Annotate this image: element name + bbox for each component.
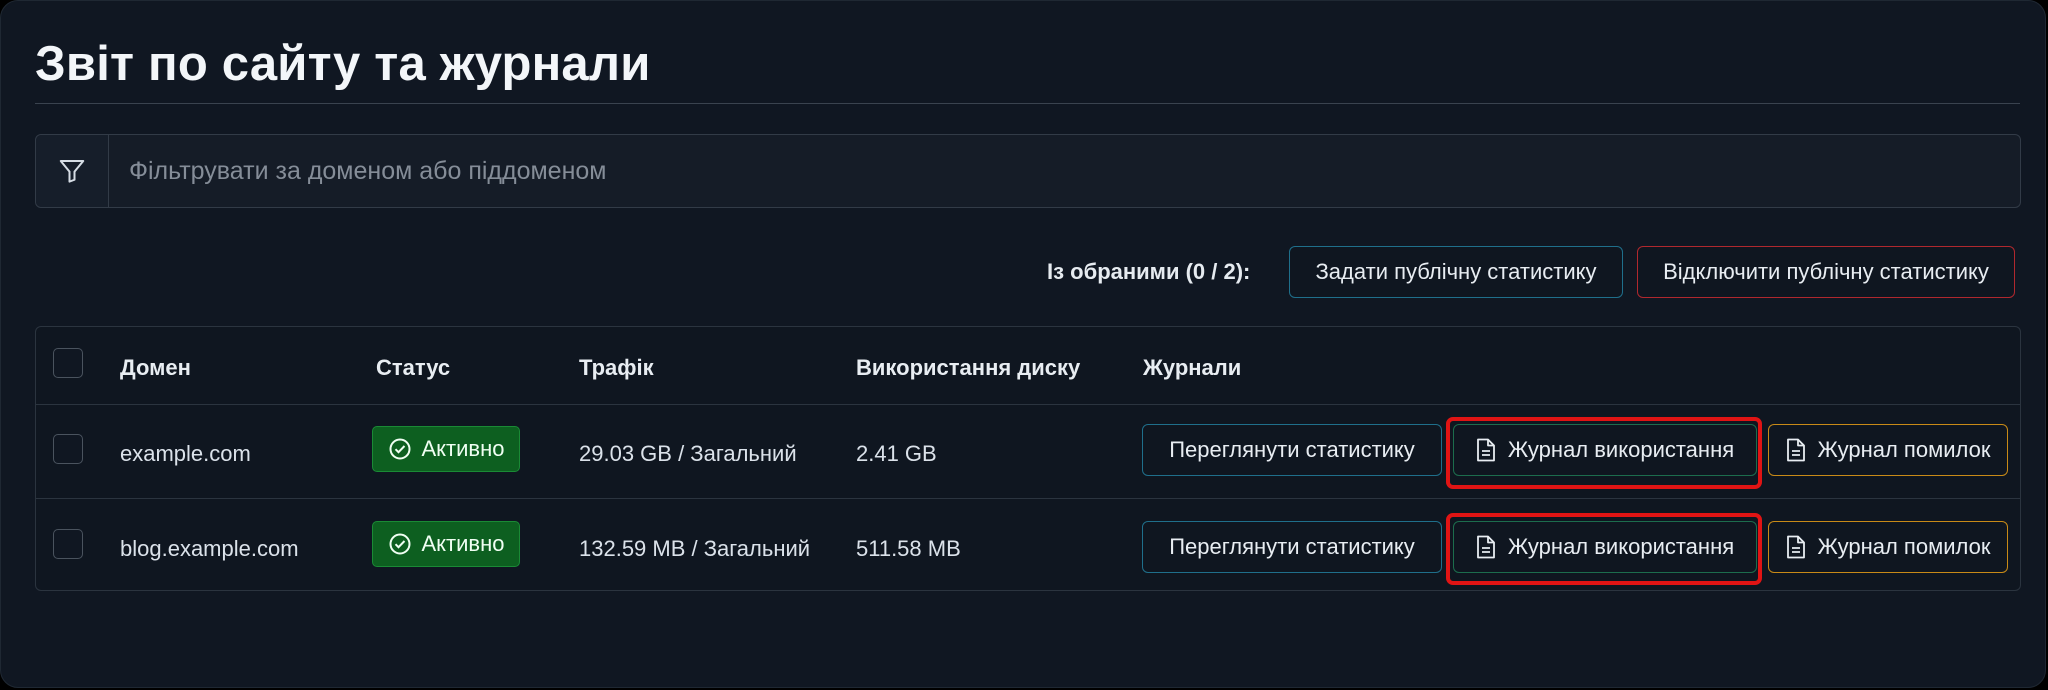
- row-divider: [36, 404, 2020, 405]
- document-icon: [1786, 438, 1806, 462]
- column-header-traffic: Трафік: [579, 355, 654, 380]
- disk-usage-value: 2.41 GB: [856, 441, 937, 466]
- domain-filter: [35, 134, 2021, 208]
- error-log-button[interactable]: Журнал помилок: [1768, 521, 2008, 573]
- filter-icon: [36, 135, 109, 207]
- traffic-value: 29.03 GB / Загальний: [579, 441, 797, 466]
- row-divider: [36, 498, 2020, 499]
- view-stats-button[interactable]: Переглянути статистику: [1142, 424, 1442, 476]
- usage-log-label: Журнал використання: [1507, 534, 1735, 559]
- status-badge-label: Активно: [421, 436, 505, 461]
- site-report-panel: Звіт по сайту та журнали Із обраними (0 …: [0, 0, 2046, 688]
- row-select-checkbox[interactable]: [53, 529, 83, 559]
- set-public-stats-button[interactable]: Задати публічну статистику: [1289, 246, 1623, 298]
- domain-name: blog.example.com: [120, 536, 299, 561]
- usage-log-label: Журнал використання: [1507, 437, 1735, 462]
- selected-count-label: Із обраними (0 / 2):: [1047, 259, 1251, 284]
- select-all-checkbox[interactable]: [53, 348, 83, 378]
- usage-log-button[interactable]: Журнал використання: [1453, 521, 1757, 573]
- status-badge-label: Активно: [421, 531, 505, 556]
- status-badge: Активно: [372, 426, 520, 472]
- domain-name: example.com: [120, 441, 251, 466]
- title-divider: [35, 103, 2020, 104]
- page-title: Звіт по сайту та журнали: [35, 37, 651, 91]
- column-header-disk-usage: Використання диску: [856, 355, 1081, 380]
- traffic-value: 132.59 MB / Загальний: [579, 536, 811, 561]
- error-log-label: Журнал помилок: [1817, 437, 1991, 462]
- document-icon: [1476, 535, 1496, 559]
- error-log-button[interactable]: Журнал помилок: [1768, 424, 2008, 476]
- row-select-checkbox[interactable]: [53, 434, 83, 464]
- status-badge: Активно: [372, 521, 520, 567]
- check-circle-icon: [389, 438, 410, 460]
- check-circle-icon: [389, 533, 410, 555]
- view-stats-button[interactable]: Переглянути статистику: [1142, 521, 1442, 573]
- disable-public-stats-button[interactable]: Відключити публічну статистику: [1637, 246, 2015, 298]
- error-log-label: Журнал помилок: [1817, 534, 1991, 559]
- column-header-domain: Домен: [120, 355, 191, 380]
- disk-usage-value: 511.58 MB: [856, 536, 961, 561]
- document-icon: [1786, 535, 1806, 559]
- domains-table: Домен Статус Трафік Використання диску Ж…: [35, 326, 2021, 591]
- document-icon: [1476, 438, 1496, 462]
- column-header-logs: Журнали: [1143, 355, 1242, 380]
- usage-log-button[interactable]: Журнал використання: [1453, 424, 1757, 476]
- column-header-status: Статус: [376, 355, 451, 380]
- domain-filter-input[interactable]: [109, 135, 2020, 207]
